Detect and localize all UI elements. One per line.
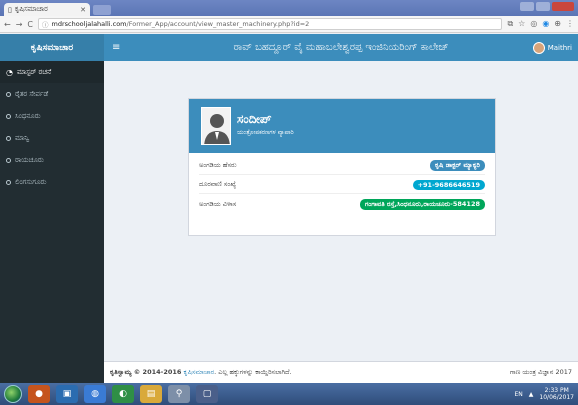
menu-icon[interactable]: ⋮ [566, 19, 574, 29]
app-header: ಕೃಷಿಸಮಾಚಾರ ≡ ರಾವ್ ಬಹದ್ದೂರ್ ವೈ ಮಹಾಬಲೇಶ್ವರ… [0, 34, 578, 61]
college-title: ರಾವ್ ಬಹದ್ದೂರ್ ವೈ ಮಹಾಬಲೇಶ್ವರಪ್ಪ ಇಂಜಿನಿಯರಿ… [233, 42, 449, 53]
close-tab-icon[interactable]: ✕ [80, 6, 86, 14]
sidebar-item-label: ಮಾನ್ವಿ [15, 133, 30, 142]
profile-name: ಸಂದೀಪ್ [237, 112, 272, 126]
phone-label: ದೂರವಾಣಿ ಸಂಖ್ಯೆ [199, 180, 237, 188]
clock-date: 10/06/2017 [539, 394, 574, 401]
forward-icon[interactable]: → [16, 20, 23, 29]
start-button[interactable] [4, 385, 22, 403]
address-label: ಅಂಗಡಿಯ ವಿಳಾಸ [199, 199, 237, 208]
sidebar-item-sindhanur[interactable]: ಸಿಂಧನೂರು [0, 105, 104, 127]
browser-tab-bar: ▯ ಕೃಷಿಸಮಾಚಾರ ✕ [0, 0, 578, 16]
sidebar-item-label: ಲಿಂಗಸುಗೂರು [15, 177, 47, 186]
brand-logo[interactable]: ಕೃಷಿಸಮಾಚಾರ [0, 34, 104, 61]
address-row: ಅಂಗಡಿಯ ವಿಳಾಸ ಗಂಗಾವತಿ ರಸ್ತೆ,ಸಿಂಧನೂರು,ರಾಯಚ… [199, 195, 485, 213]
shop-name-row: ಅಂಗಡಿಯ ಹೆಸರು ಕೃಷಿ ಡಾಕ್ಟರ್ ಮ್ಯಾಕ್ಯರಿ [199, 157, 485, 175]
footer-right-text: ಗಾಣ ಯಂತ್ರ ವಿಜ್ಞಾನ 2017 [509, 368, 572, 376]
user-name: Maithri [547, 43, 572, 52]
os-taskbar: ● ▣ ◍ ◐ ▤ ⚲ ▢ EN ▲ 2:33 PM 10/06/2017 [0, 383, 578, 405]
circle-icon [6, 91, 11, 97]
extension-icon[interactable]: ◉ [542, 19, 549, 29]
profile-avatar [201, 107, 231, 145]
cast-icon[interactable]: ⊕ [554, 19, 561, 29]
shop-name-label: ಅಂಗಡಿಯ ಹೆಸರು [199, 161, 237, 169]
tab-title: ಕೃಷಿಸಮಾಚಾರ [14, 5, 48, 13]
translate-icon[interactable]: ⧉ [507, 19, 513, 29]
close-window-button[interactable] [552, 2, 574, 11]
address-badge: ಗಂಗಾವತಿ ರಸ್ತೆ,ಸಿಂಧನೂರು,ರಾಯಚೂರು-584128 [359, 198, 485, 210]
page-footer: ಕೃತಿಸ್ವಾಮ್ಯ © 2014-2016 ಕೃಷಿಸಮಾಚಾರ. ಎಲ್ಲ… [104, 361, 578, 383]
sidebar-item-manvi[interactable]: ಮಾನ್ವಿ [0, 127, 104, 149]
minimize-button[interactable] [520, 2, 534, 11]
url-path: /Former_App/account/view_master_machiner… [126, 20, 310, 28]
window-controls [520, 2, 574, 11]
user-menu[interactable]: Maithri [532, 41, 572, 54]
circle-icon [6, 157, 11, 163]
pocket-icon[interactable]: ◎ [530, 19, 537, 29]
sidebar-item-label: ಸಿಂಧನೂರು [15, 111, 41, 120]
media-player-icon[interactable]: ● [28, 385, 50, 403]
sidebar-item-label: ರಾಯಚೂರು [15, 155, 44, 164]
star-icon[interactable]: ☆ [518, 19, 525, 29]
user-avatar [532, 41, 545, 54]
circle-icon [6, 179, 11, 185]
url-host: mdrschooljalahalli.com [51, 20, 127, 28]
sidebar-item-lingasugur[interactable]: ಲಿಂಗಸುಗೂರು [0, 171, 104, 193]
phone-badge: +91-9686646519 [412, 179, 485, 190]
circle-icon [6, 135, 11, 141]
copyright-suffix: . ಎಲ್ಲ ಹಕ್ಕುಗಳನ್ನು ಕಾಯ್ದಿರಿಸಲಾಗಿದೆ. [214, 368, 292, 376]
tray-arrow-icon[interactable]: ▲ [529, 391, 534, 398]
main-content: ಸಂದೀಪ್ ಯಂತ್ರೋಪಕರಣಗಳ ವ್ಯಾಪಾರಿ ಅಂಗಡಿಯ ಹೆಸರ… [104, 61, 578, 361]
back-icon[interactable]: ← [4, 20, 11, 29]
page-icon: ▯ [8, 5, 12, 14]
dashboard-icon: ◔ [6, 67, 13, 77]
profile-card-header: ಸಂದೀಪ್ ಯಂತ್ರೋಪಕರಣಗಳ ವ್ಯಾಪಾರಿ [189, 99, 495, 153]
maximize-button[interactable] [536, 2, 550, 11]
sidebar-item-raichur[interactable]: ರಾಯಚೂರು [0, 149, 104, 171]
copyright: ಕೃತಿಸ್ವಾಮ್ಯ © 2014-2016 ಕೃಷಿಸಮಾಚಾರ. ಎಲ್ಲ… [110, 368, 292, 377]
copyright-link[interactable]: ಕೃಷಿಸಮಾಚಾರ [184, 368, 215, 376]
search-icon[interactable]: ⚲ [168, 385, 190, 403]
sidebar-item-farmers[interactable]: ರೈತರ ಸೇರ್ಪಡೆ [0, 83, 104, 105]
clock-time: 2:33 PM [544, 387, 569, 394]
copyright-prefix: ಕೃತಿಸ್ವಾಮ್ಯ © 2014-2016 [110, 368, 182, 376]
info-icon: ⓘ [42, 21, 49, 29]
sidebar: ◔ ಮಾಸ್ಟರ್ ರಚನೆ ರೈತರ ಸೇರ್ಪಡೆ ಸಿಂಧನೂರು ಮಾನ… [0, 61, 104, 383]
system-tray: EN ▲ 2:33 PM 10/06/2017 [515, 387, 575, 401]
language-indicator[interactable]: EN [515, 391, 523, 398]
file-explorer-icon[interactable]: ▤ [140, 385, 162, 403]
address-bar: ← → C ⓘ mdrschooljalahalli.com /Former_A… [0, 16, 578, 33]
app-icon[interactable]: ▣ [56, 385, 78, 403]
profile-role: ಯಂತ್ರೋಪಕರಣಗಳ ವ್ಯಾಪಾರಿ [237, 129, 294, 136]
profile-card: ಸಂದೀಪ್ ಯಂತ್ರೋಪಕರಣಗಳ ವ್ಯಾಪಾರಿ ಅಂಗಡಿಯ ಹೆಸರ… [188, 98, 496, 236]
shop-name-badge: ಕೃಷಿ ಡಾಕ್ಟರ್ ಮ್ಯಾಕ್ಯರಿ [429, 160, 485, 171]
browser-tab[interactable]: ▯ ಕೃಷಿಸಮಾಚಾರ ✕ [4, 3, 90, 16]
top-navbar: ≡ ರಾವ್ ಬಹದ್ದೂರ್ ವೈ ಮಹಾಬಲೇಶ್ವರಪ್ಪ ಇಂಜಿನಿಯ… [104, 34, 578, 61]
sidebar-item-label: ಮಾಸ್ಟರ್ ರಚನೆ [16, 67, 52, 76]
new-tab-button[interactable] [93, 5, 111, 15]
browser-icons: ⧉ ☆ ◎ ◉ ⊕ ⋮ [507, 19, 574, 29]
window-icon[interactable]: ▢ [196, 385, 218, 403]
chrome-icon[interactable]: ◐ [112, 385, 134, 403]
phone-row: ದೂರವಾಣಿ ಸಂಖ್ಯೆ +91-9686646519 [199, 176, 485, 194]
firefox-icon[interactable]: ◍ [84, 385, 106, 403]
url-input[interactable]: ⓘ mdrschooljalahalli.com /Former_App/acc… [38, 18, 503, 30]
clock[interactable]: 2:33 PM 10/06/2017 [539, 387, 574, 401]
reload-icon[interactable]: C [27, 20, 33, 29]
sidebar-item-master[interactable]: ◔ ಮಾಸ್ಟರ್ ರಚನೆ [0, 61, 104, 83]
sidebar-item-label: ರೈತರ ಸೇರ್ಪಡೆ [15, 89, 49, 98]
circle-icon [6, 113, 11, 119]
